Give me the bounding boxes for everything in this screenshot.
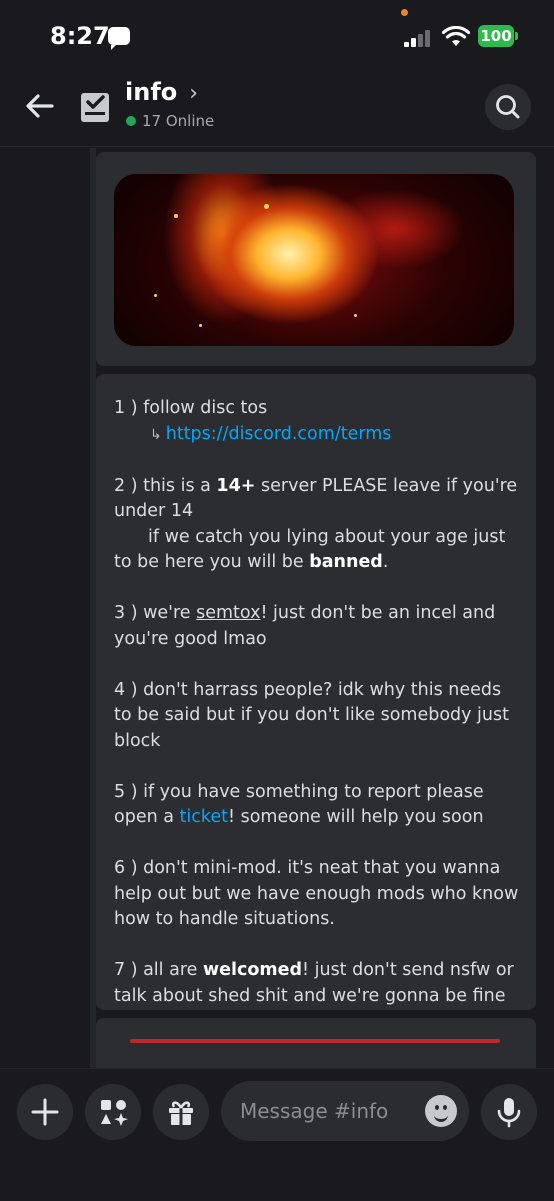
online-count-text: 17 Online [142, 112, 215, 130]
composer-bar: Message #info [0, 1068, 554, 1201]
status-time: 8:27 [50, 22, 110, 50]
rules-message: 1 ) follow disc tos ↳ https://discord.com… [96, 374, 536, 1010]
rule-1-text: 1 ) follow disc tos [114, 398, 268, 418]
add-button[interactable] [17, 1084, 73, 1140]
rule-5: 5 ) if you have something to report plea… [114, 780, 522, 831]
rules-text: 1 ) follow disc tos ↳ https://discord.com… [114, 396, 522, 1035]
online-count: 17 Online [126, 112, 214, 130]
image-message [96, 152, 536, 366]
gift-button[interactable] [153, 1084, 209, 1140]
rule-2-text: 2 ) this is a [114, 475, 217, 496]
rule-3: 3 ) we're semtox! just don't be an incel… [114, 601, 522, 652]
online-status-icon [126, 116, 136, 126]
rule-3-underline: semtox [196, 603, 261, 623]
tos-link[interactable]: https://discord.com/terms [166, 424, 392, 444]
message-feed[interactable]: 1 ) follow disc tos ↳ https://discord.com… [0, 148, 554, 1068]
plus-icon [31, 1098, 59, 1126]
search-button[interactable] [485, 84, 531, 130]
rule-4: 4 ) don't harrass people? idk why this n… [114, 679, 509, 751]
rule-7: 7 ) all are welcomed! just don't send ns… [114, 958, 522, 1009]
divider-line [130, 1039, 500, 1043]
banner-image[interactable] [114, 174, 514, 346]
emoji-icon[interactable] [425, 1095, 457, 1127]
battery-indicator: 100 [478, 25, 518, 47]
message-input[interactable]: Message #info [221, 1081, 469, 1141]
ticket-link[interactable]: ticket [180, 807, 228, 827]
apps-button[interactable] [85, 1084, 141, 1140]
privacy-indicator-icon [401, 9, 408, 16]
rule-2-banned: banned [309, 552, 383, 572]
channel-header: info › 17 Online [0, 70, 554, 147]
search-icon [496, 95, 520, 119]
rule-6: 6 ) don't mini-mod. it's neat that you w… [114, 858, 519, 929]
rule-3-text: 3 ) we're [114, 603, 197, 623]
gift-icon [169, 1101, 193, 1125]
chevron-right-icon: › [189, 81, 199, 106]
rule-7-text: 7 ) all are [114, 960, 203, 980]
rule-7-bold: welcomed [202, 960, 303, 980]
status-bar: 8:27 100 [0, 0, 554, 70]
channel-name[interactable]: info › [125, 78, 198, 106]
channel-icon [81, 93, 109, 122]
rule-2: 2 ) this is a 14+ server PLEASE leave if… [114, 474, 522, 576]
cellular-signal-icon [404, 27, 434, 47]
back-arrow-icon[interactable] [22, 88, 58, 124]
rule-2-bold: 14+ [216, 475, 256, 496]
notification-bubble-icon [108, 27, 130, 50]
message-placeholder: Message #info [240, 1099, 389, 1123]
next-message [96, 1018, 536, 1068]
wifi-icon [442, 26, 470, 46]
reply-arrow-icon: ↳ [150, 426, 162, 443]
microphone-icon [497, 1098, 521, 1128]
rule-2-end: . [382, 552, 389, 572]
voice-button[interactable] [481, 1084, 537, 1140]
rule-1: 1 ) follow disc tos ↳ https://discord.com… [114, 396, 522, 448]
rule-5-text-b: ! someone will help you soon [228, 807, 484, 827]
channel-name-text: info [125, 78, 178, 106]
apps-icon [101, 1100, 128, 1126]
